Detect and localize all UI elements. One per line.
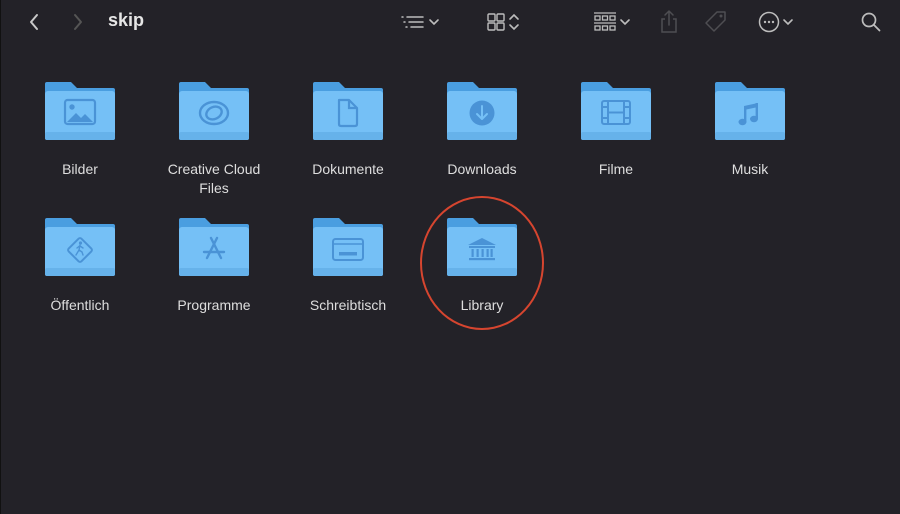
folder-label: Dokumente (312, 161, 384, 177)
folder-icon (313, 218, 383, 276)
folder-item-downloads[interactable]: Downloads (422, 80, 542, 179)
list-view-icon (401, 16, 424, 28)
folder-icon (45, 82, 115, 140)
folder-item-programme[interactable]: Programme (154, 216, 274, 315)
share-icon (661, 9, 677, 33)
folder-label: Downloads (447, 161, 517, 177)
folder-item-dokumente[interactable]: Dokumente (288, 80, 408, 179)
folder-item-oeffentlich[interactable]: Öffentlich (20, 216, 140, 315)
annotation-highlight-circle (420, 196, 544, 330)
folder-item-schreibtisch[interactable]: Schreibtisch (288, 216, 408, 315)
chevron-down-icon (620, 19, 630, 26)
group-icon (594, 12, 616, 31)
tag-icon (705, 11, 726, 32)
forward-button[interactable] (66, 10, 90, 34)
folder-label: Bilder (62, 161, 98, 177)
folder-icon (447, 82, 517, 140)
search-icon (861, 12, 881, 32)
folder-icon (715, 82, 785, 140)
folder-icon (179, 218, 249, 276)
window-edge (0, 0, 1, 514)
folder-item-creative-cloud-files[interactable]: Creative Cloud Files (154, 80, 274, 198)
folder-item-filme[interactable]: Filme (556, 80, 676, 179)
folder-label: Musik (731, 161, 769, 177)
back-button[interactable] (22, 10, 46, 34)
folder-label: Creative Cloud Files (167, 161, 261, 196)
folder-label: Filme (598, 161, 634, 177)
download-icon (469, 100, 495, 126)
group-button[interactable] (588, 10, 636, 34)
back-icon (30, 14, 38, 30)
icon-view-button[interactable] (480, 10, 526, 34)
chevron-down-icon (429, 19, 439, 26)
icon-view-icon (487, 13, 505, 31)
tag-button[interactable] (702, 8, 730, 36)
folder-icon (45, 218, 115, 276)
folder-icon (179, 82, 249, 140)
toolbar: skip (0, 0, 900, 46)
list-view-button[interactable] (394, 10, 446, 34)
folder-icon (581, 82, 651, 140)
more-actions-button[interactable] (752, 9, 800, 35)
window-title: skip (108, 10, 145, 30)
chevron-updown-icon (509, 13, 519, 31)
ellipsis-circle-icon (758, 11, 780, 33)
folder-item-bilder[interactable]: Bilder (20, 80, 140, 179)
folder-label: Schreibtisch (309, 297, 387, 313)
folder-icon (313, 82, 383, 140)
forward-icon (74, 14, 82, 30)
folder-label: Programme (177, 297, 251, 313)
folder-item-musik[interactable]: Musik (690, 80, 810, 179)
folder-label: Öffentlich (50, 297, 110, 313)
chevron-down-icon (783, 19, 793, 26)
search-button[interactable] (858, 9, 884, 35)
share-button[interactable] (656, 8, 682, 36)
